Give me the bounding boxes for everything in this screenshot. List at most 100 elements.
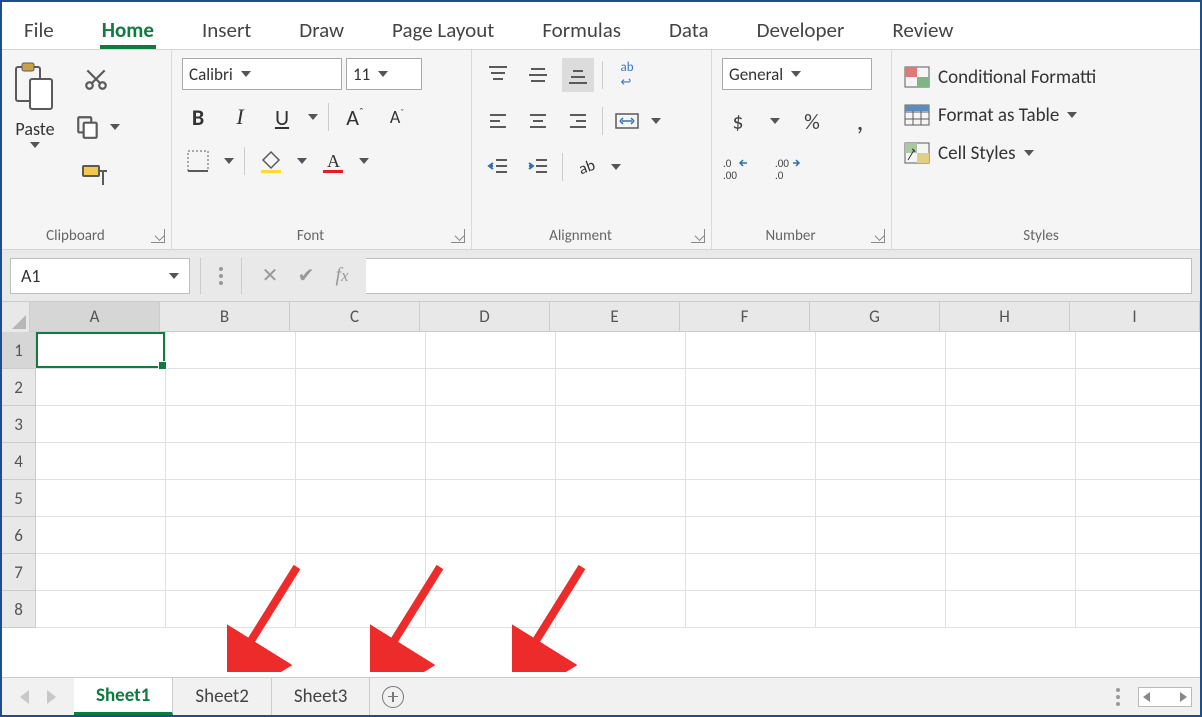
borders-dropdown-icon[interactable] [224,158,234,164]
column-header[interactable]: C [290,302,420,331]
underline-button[interactable]: U [266,100,298,134]
wrap-text-button[interactable]: ab↩ [611,58,643,92]
tab-insert[interactable]: Insert [200,10,253,49]
row-header[interactable]: 8 [2,591,36,628]
align-top-button[interactable] [482,58,514,92]
column-header[interactable]: A [30,302,160,331]
row-header[interactable]: 6 [2,517,36,554]
column-header[interactable]: F [680,302,810,331]
format-as-table-button[interactable]: Format as Table [902,96,1190,134]
name-box[interactable]: A1 [10,258,190,294]
tab-data[interactable]: Data [667,10,711,49]
font-color-button[interactable]: A [317,144,349,178]
align-bottom-button[interactable] [562,58,594,92]
decrease-font-button[interactable]: Aˇ [381,100,413,134]
new-sheet-button[interactable] [370,678,416,715]
orientation-dropdown-icon[interactable] [611,164,621,170]
fill-color-dropdown-icon[interactable] [297,158,307,164]
sheet-tab-2[interactable]: Sheet2 [173,678,272,715]
enter-formula-button[interactable]: ✔ [288,258,324,294]
font-size-combo[interactable]: 11 [346,58,422,90]
font-name-combo[interactable]: Calibri [182,58,342,90]
merge-center-button[interactable] [611,104,643,138]
comma-format-button[interactable]: , [844,104,876,138]
tab-draw[interactable]: Draw [297,10,346,49]
copy-dropdown-icon[interactable] [110,124,120,130]
row-header[interactable]: 4 [2,443,36,480]
bold-button[interactable]: B [182,100,214,134]
formula-bar-options-icon[interactable] [211,267,231,285]
number-launcher-icon[interactable] [871,229,885,243]
cut-button[interactable] [72,62,120,96]
column-header[interactable]: E [550,302,680,331]
increase-indent-button[interactable] [522,150,554,184]
accounting-format-button[interactable]: $ [722,104,754,138]
svg-text:A: A [327,151,340,171]
horizontal-scrollbar[interactable] [1138,687,1192,707]
align-center-button[interactable] [522,104,554,138]
decrease-indent-button[interactable] [482,150,514,184]
align-right-button[interactable] [562,104,594,138]
chevron-down-icon [791,71,801,77]
tab-formulas[interactable]: Formulas [540,10,623,49]
sheet-nav-next-icon[interactable] [47,690,56,704]
conditional-formatting-button[interactable]: Conditional Formatti [902,58,1190,96]
row-header[interactable]: 1 [2,332,36,369]
row-header[interactable]: 5 [2,480,36,517]
percent-format-button[interactable]: % [796,104,828,138]
paste-dropdown-icon[interactable] [30,142,40,148]
decrease-decimal-button[interactable]: .00.0 [774,152,806,186]
chevron-down-icon [241,71,251,77]
row-header[interactable]: 7 [2,554,36,591]
sheet-tab-1[interactable]: Sheet1 [74,678,173,715]
clipboard-launcher-icon[interactable] [151,229,165,243]
orientation-button[interactable]: ab [571,150,603,184]
cancel-formula-button[interactable]: ✕ [252,258,288,294]
formula-input[interactable] [366,258,1192,294]
select-all-corner[interactable] [2,302,30,332]
underline-dropdown-icon[interactable] [308,114,318,120]
merge-dropdown-icon[interactable] [651,118,661,124]
ribbon-tabs: File Home Insert Draw Page Layout Formul… [2,2,1200,50]
borders-button[interactable] [182,144,214,178]
cells-area[interactable] [36,332,1202,628]
copy-button[interactable] [72,110,104,144]
group-font: Calibri 11 B I U Aˆ Aˇ A Font [172,50,472,249]
column-header[interactable]: I [1070,302,1200,331]
font-color-dropdown-icon[interactable] [359,158,369,164]
cell-styles-button[interactable]: Cell Styles [902,134,1190,172]
sheet-tab-bar: Sheet1 Sheet2 Sheet3 [2,677,1200,715]
increase-decimal-button[interactable]: .0.00 [722,152,754,186]
group-label-font: Font [172,227,449,245]
increase-font-button[interactable]: Aˆ [339,100,371,134]
column-header[interactable]: B [160,302,290,331]
align-middle-button[interactable] [522,58,554,92]
tab-home[interactable]: Home [100,10,156,49]
sheet-options-icon[interactable] [1108,688,1128,706]
insert-function-button[interactable]: fx [324,258,360,294]
alignment-launcher-icon[interactable] [691,229,705,243]
format-painter-button[interactable] [72,158,120,192]
accounting-dropdown-icon[interactable] [770,118,780,124]
tab-page-layout[interactable]: Page Layout [390,10,496,49]
tab-review[interactable]: Review [890,10,955,49]
fill-color-button[interactable] [255,144,287,178]
number-format-combo[interactable]: General [722,58,872,90]
sheet-nav-prev-icon[interactable] [20,690,29,704]
column-header[interactable]: H [940,302,1070,331]
row-header[interactable]: 2 [2,369,36,406]
plus-icon [382,686,404,708]
tab-file[interactable]: File [22,10,56,49]
font-size-value: 11 [353,64,370,85]
sheet-tab-3[interactable]: Sheet3 [272,678,371,715]
column-header[interactable]: D [420,302,550,331]
row-header[interactable]: 3 [2,406,36,443]
italic-button[interactable]: I [224,100,256,134]
tab-developer[interactable]: Developer [755,10,847,49]
group-label-styles: Styles [892,227,1190,245]
column-header[interactable]: G [810,302,940,331]
group-clipboard: Paste Clipboard [2,50,172,249]
paste-button[interactable] [12,58,58,116]
align-left-button[interactable] [482,104,514,138]
font-launcher-icon[interactable] [451,229,465,243]
